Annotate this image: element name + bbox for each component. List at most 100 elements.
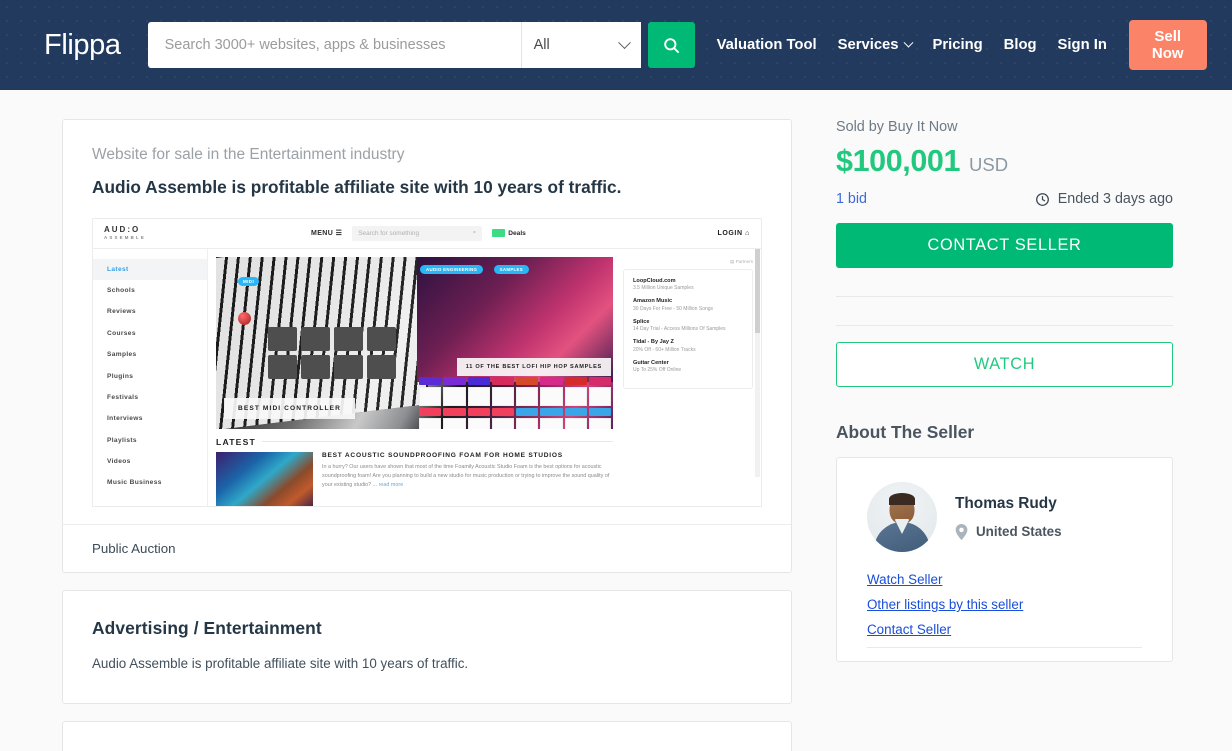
seller-location-label: United States: [976, 524, 1062, 539]
seller-identity: Thomas Rudy United States: [867, 482, 1142, 552]
flippa-logo[interactable]: Flippa: [44, 30, 121, 60]
preview-nav-latest: Latest: [93, 258, 207, 280]
preview-menu-button: MENU ☰: [311, 230, 343, 238]
preview-article-title: BEST ACOUSTIC SOUNDPROOFING FOAM FOR HOM…: [322, 451, 563, 459]
location-pin-icon: [955, 523, 968, 540]
listing-sidebar: Sold by Buy It Now $100,001 USD 1 bid En…: [836, 119, 1173, 662]
preview-scrollbar[interactable]: [755, 248, 760, 477]
preview-read-more-link: read more: [378, 481, 404, 488]
nav-item-valuation-tool[interactable]: Valuation Tool: [717, 37, 817, 53]
preview-latest-heading: LATEST: [216, 437, 613, 447]
preview-partner-item: Guitar Center Up To 25% Off Online: [633, 360, 743, 374]
partner-desc: 30 Days For Free - 50 Million Songs: [633, 305, 714, 312]
listing-eyebrow: Website for sale in the Entertainment in…: [92, 146, 405, 163]
seller-name: Thomas Rudy: [955, 494, 1057, 512]
watch-button[interactable]: WATCH: [836, 342, 1173, 387]
preview-article: BEST ACOUSTIC SOUNDPROOFING FOAM FOR HOM…: [216, 451, 613, 506]
preview-nav-videos: Videos: [107, 458, 131, 466]
nav-item-pricing[interactable]: Pricing: [933, 37, 983, 53]
preview-deals-link: Deals: [492, 229, 526, 238]
preview-nav-playlists: Playlists: [107, 436, 137, 444]
partner-desc: 14 Day Trial - Access Millions Of Sample…: [633, 326, 726, 333]
preview-partner-item: Splice 14 Day Trial - Access Millions Of…: [633, 319, 743, 333]
partner-name: LoopCloud.com: [633, 277, 676, 284]
preview-nav-festivals: Festivals: [107, 393, 139, 401]
bid-count-link[interactable]: 1 bid: [836, 191, 867, 207]
partner-desc: 3.5 Million Unique Samples: [633, 285, 694, 292]
nav-label: Blog: [1003, 37, 1037, 53]
preview-nav-courses: Courses: [107, 329, 136, 337]
partner-name: Amazon Music: [633, 298, 673, 305]
nav-item-services[interactable]: Services: [837, 37, 913, 53]
contact-seller-link[interactable]: Contact Seller: [867, 622, 951, 637]
preview-main: MIDI BEST MIDI CONTROLLER AUDIO ENGINEER…: [208, 248, 761, 506]
preview-deals-label: Deals: [508, 229, 526, 237]
nav-item-blog[interactable]: Blog: [1004, 37, 1037, 53]
sold-by-label: Sold by Buy It Now: [836, 119, 958, 135]
sell-now-button[interactable]: Sell Now: [1128, 20, 1207, 70]
search-bar: All: [147, 22, 695, 68]
search-category-value: All: [533, 37, 550, 53]
midi-pads-graphic: [268, 326, 396, 379]
main-nav: Valuation Tool Services Pricing Blog Sig…: [717, 37, 1107, 53]
preview-grid-graphic: [417, 375, 613, 429]
price-currency: USD: [969, 154, 1009, 175]
preview-chip-audio-engineering: AUDIO ENGINEERING: [420, 264, 484, 274]
preview-partner-item: LoopCloud.com 3.5 Million Unique Samples: [633, 278, 743, 292]
partner-desc: 20% Off - 60+ Million Tracks: [633, 346, 696, 353]
search-button[interactable]: [647, 22, 695, 68]
preview-logo-sub: ASSEMBLE: [104, 235, 146, 241]
price-amount: $100,001: [836, 144, 961, 178]
preview-search-box: Search for something ⌕: [352, 225, 483, 241]
auction-ended-status: Ended 3 days ago: [1035, 191, 1173, 207]
preview-logo-main: AUD:O: [104, 225, 141, 235]
preview-partners-column: ▤ Partners LoopCloud.com 3.5 Million Uni…: [613, 249, 761, 506]
preview-latest-label: LATEST: [216, 436, 256, 447]
nav-label: Sign In: [1057, 37, 1107, 53]
contact-seller-button[interactable]: CONTACT SELLER: [836, 223, 1173, 268]
preview-partners-heading: ▤ Partners: [730, 258, 753, 264]
chevron-down-icon: [617, 35, 631, 49]
preview-search-icon: ⌕: [472, 229, 477, 237]
site-header: Flippa All Valuation Tool Services Prici…: [0, 0, 1232, 90]
preview-chip-samples: SAMPLES: [493, 264, 529, 274]
search-icon: [663, 37, 679, 53]
watch-seller-link[interactable]: Watch Seller: [867, 572, 942, 587]
auction-type-row: Public Auction: [63, 523, 791, 572]
partner-name: Tidal - By Jay Z: [633, 339, 674, 346]
preview-hero-label: BEST MIDI CONTROLLER: [224, 397, 355, 419]
listing-header: Website for sale in the Entertainment in…: [63, 120, 791, 200]
other-listings-link[interactable]: Other listings by this seller: [867, 597, 1023, 612]
partner-desc: Up To 25% Off Online: [633, 367, 682, 374]
nav-label: Services: [837, 37, 899, 53]
search-input[interactable]: [147, 22, 521, 68]
nav-item-sign-in[interactable]: Sign In: [1058, 37, 1107, 53]
preview-partners-list: LoopCloud.com 3.5 Million Unique Samples…: [623, 268, 753, 390]
listing-category-card: Advertising / Entertainment Audio Assemb…: [62, 589, 792, 704]
preview-login-link: LOGIN ⌂: [717, 229, 750, 237]
page-body: Website for sale in the Entertainment in…: [0, 90, 1232, 751]
preview-sidebar: Latest Schools Reviews Courses Samples P…: [93, 248, 208, 506]
nav-label: Pricing: [932, 37, 983, 53]
preview-login-label: LOGIN: [717, 229, 743, 237]
preview-partner-item: Tidal - By Jay Z 20% Off - 60+ Million T…: [633, 339, 743, 353]
category-heading: Advertising / Entertainment: [92, 617, 322, 638]
preview-nav-plugins: Plugins: [107, 372, 134, 380]
listing-overview-card: Website for sale in the Entertainment in…: [62, 119, 792, 573]
preview-hero: MIDI BEST MIDI CONTROLLER AUDIO ENGINEER…: [216, 256, 613, 429]
midi-knob-graphic: [238, 311, 251, 325]
at-a-glance-card: At a glance Site Type Platform Site Age …: [62, 720, 792, 751]
divider: [867, 647, 1142, 648]
listing-main-column: Website for sale in the Entertainment in…: [62, 119, 792, 751]
divider: [836, 296, 1173, 297]
listing-screenshot-preview[interactable]: AUD:O ASSEMBLE MENU ☰ Search for somethi…: [92, 217, 762, 507]
search-category-select[interactable]: All: [520, 22, 641, 68]
preview-body: Latest Schools Reviews Courses Samples P…: [93, 248, 761, 506]
about-the-seller-title: About The Seller: [836, 422, 975, 442]
partner-name: Splice: [633, 318, 650, 325]
preview-site-logo: AUD:O ASSEMBLE: [104, 225, 146, 241]
nav-label: Valuation Tool: [716, 37, 817, 53]
price-block: $100,001 USD: [836, 144, 1173, 179]
preview-article-body: In a hurry? Our users have shown that mo…: [322, 463, 613, 491]
chevron-down-icon: [903, 37, 913, 48]
